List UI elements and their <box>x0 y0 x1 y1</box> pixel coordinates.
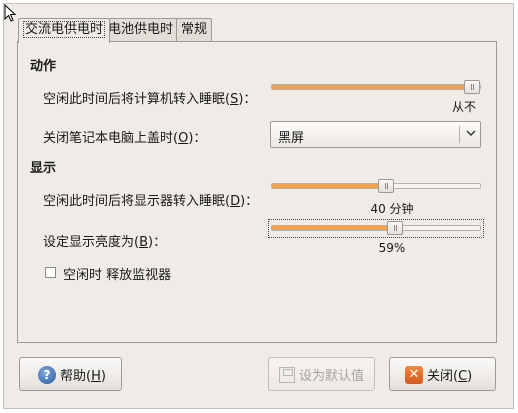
close-icon: ✕ <box>405 365 423 384</box>
tab-battery-power-label: 电池供电时 <box>108 22 174 37</box>
tab-battery-power[interactable]: 电池供电时 <box>103 18 179 42</box>
dim-display-label[interactable]: 空闲时 释放监视器 <box>63 264 171 283</box>
close-button[interactable]: ✕ 关闭(C) <box>389 357 496 391</box>
tab-general[interactable]: 常规 <box>176 18 213 42</box>
brightness-slider-fill <box>272 226 396 230</box>
dim-display-checkbox[interactable] <box>45 267 56 278</box>
sleep-display-slider[interactable] <box>271 179 481 193</box>
lid-close-label: 关闭笔记本电脑上盖时(O)： <box>43 131 207 146</box>
sleep-computer-label: 空闲此时间后将计算机转入睡眠(S)： <box>43 92 257 107</box>
make-default-button[interactable]: 设为默认值 <box>268 357 375 391</box>
help-icon: ? <box>38 365 56 384</box>
save-default-icon <box>279 366 295 383</box>
help-button-label: 帮助(H) <box>60 369 106 384</box>
sleep-display-slider-thumb[interactable] <box>378 179 395 193</box>
brightness-value: 59% <box>378 241 406 255</box>
tab-ac-power[interactable]: 交流电供电时 <box>18 18 111 43</box>
help-button[interactable]: ? 帮助(H) <box>19 357 122 391</box>
sleep-computer-value: 从不 <box>452 100 477 114</box>
actions-section-title: 动作 <box>30 59 57 74</box>
sleep-computer-slider[interactable] <box>271 80 481 94</box>
mouse-pointer-icon <box>4 4 16 22</box>
brightness-slider[interactable] <box>271 221 481 235</box>
brightness-label: 设定显示亮度为(B)： <box>43 235 167 250</box>
lid-close-selected-value: 黑屏 <box>278 131 305 146</box>
chevron-down-icon <box>466 130 476 137</box>
sleep-computer-slider-thumb[interactable] <box>464 80 480 94</box>
tab-general-label: 常规 <box>181 22 208 37</box>
sleep-display-slider-fill <box>272 184 388 188</box>
sleep-display-value: 40 分钟 <box>370 202 414 216</box>
display-section-title: 显示 <box>30 161 57 176</box>
combo-separator <box>459 126 460 143</box>
make-default-button-label: 设为默认值 <box>299 369 365 384</box>
sleep-display-label: 空闲此时间后将显示器转入睡眠(D)： <box>43 194 259 209</box>
brightness-slider-thumb[interactable] <box>386 221 403 235</box>
sleep-computer-slider-fill <box>272 85 477 89</box>
tab-ac-power-label: 交流电供电时 <box>23 21 106 38</box>
lid-close-action-select[interactable]: 黑屏 <box>270 121 481 148</box>
close-button-label: 关闭(C) <box>427 369 473 384</box>
